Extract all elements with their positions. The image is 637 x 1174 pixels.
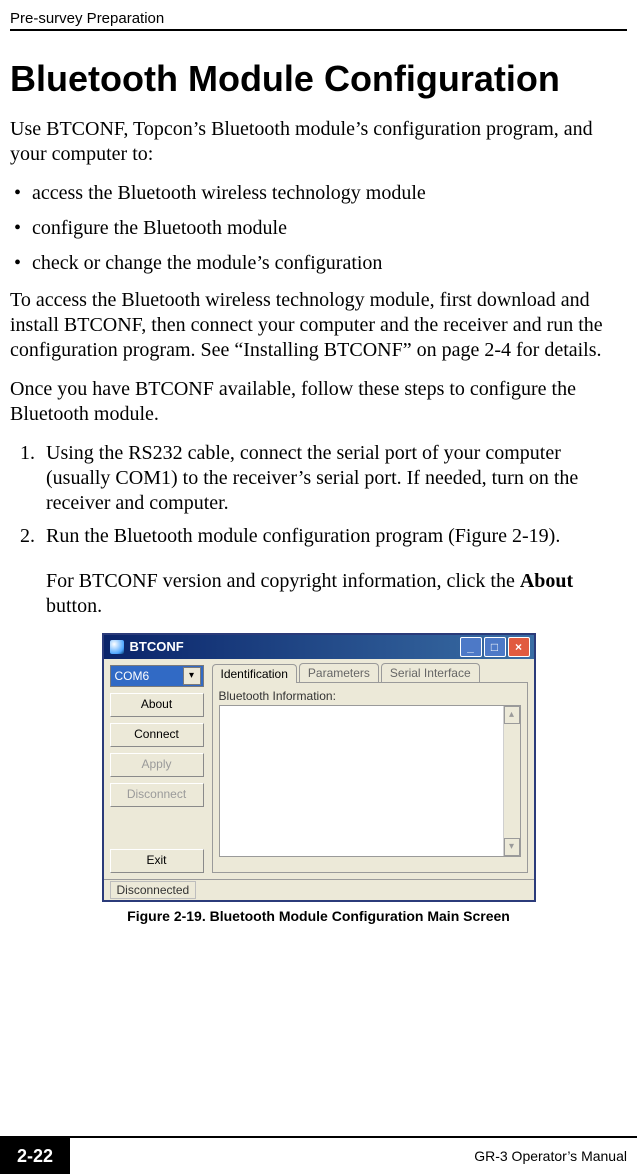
- scrollbar[interactable]: ▴ ▾: [503, 706, 520, 856]
- bluetooth-info-box: ▴ ▾: [219, 705, 521, 857]
- connect-button[interactable]: Connect: [110, 723, 204, 747]
- list-item: Using the RS232 cable, connect the seria…: [40, 441, 627, 516]
- about-button[interactable]: About: [110, 693, 204, 717]
- side-panel: COM6 ▾ About Connect Apply Disconnect Ex…: [104, 659, 210, 879]
- scroll-up-icon[interactable]: ▴: [504, 706, 520, 724]
- list-item: configure the Bluetooth module: [32, 216, 627, 241]
- scroll-down-icon[interactable]: ▾: [504, 838, 520, 856]
- manual-name: GR-3 Operator’s Manual: [474, 1148, 637, 1164]
- intro-paragraph: Use BTCONF, Topcon’s Bluetooth module’s …: [10, 117, 627, 167]
- tab-identification[interactable]: Identification: [212, 664, 297, 683]
- group-label: Bluetooth Information:: [219, 689, 521, 703]
- content-panel: Identification Parameters Serial Interfa…: [210, 659, 534, 879]
- step-note-prefix: For BTCONF version and copyright informa…: [46, 570, 520, 592]
- ordered-steps: Using the RS232 cable, connect the seria…: [10, 441, 627, 549]
- paragraph: Once you have BTCONF available, follow t…: [10, 377, 627, 427]
- figure-caption: Figure 2-19. Bluetooth Module Configurat…: [10, 908, 627, 924]
- step-note-suffix: button.: [46, 595, 102, 617]
- step-note: For BTCONF version and copyright informa…: [46, 569, 627, 619]
- close-button[interactable]: ×: [508, 637, 530, 657]
- about-label-bold: About: [520, 570, 573, 592]
- tab-parameters[interactable]: Parameters: [299, 663, 379, 682]
- list-item: check or change the module’s configurati…: [32, 251, 627, 276]
- page-number: 2-22: [0, 1138, 70, 1174]
- chevron-down-icon[interactable]: ▾: [183, 667, 201, 685]
- bullet-list: access the Bluetooth wireless technology…: [10, 181, 627, 276]
- paragraph: To access the Bluetooth wireless technol…: [10, 288, 627, 363]
- list-item: Run the Bluetooth module configuration p…: [40, 524, 627, 549]
- com-port-select[interactable]: COM6 ▾: [110, 665, 204, 687]
- section-header: Pre-survey Preparation: [10, 10, 627, 31]
- minimize-button[interactable]: _: [460, 637, 482, 657]
- status-text: Disconnected: [110, 881, 197, 899]
- tab-strip: Identification Parameters Serial Interfa…: [212, 663, 528, 682]
- exit-button[interactable]: Exit: [110, 849, 204, 873]
- btconf-window: BTCONF _ □ × COM6 ▾ About Connect Apply …: [102, 633, 536, 902]
- window-title: BTCONF: [130, 639, 184, 654]
- list-item: access the Bluetooth wireless technology…: [32, 181, 627, 206]
- status-bar: Disconnected: [104, 879, 534, 900]
- disconnect-button: Disconnect: [110, 783, 204, 807]
- page-title: Bluetooth Module Configuration: [10, 59, 627, 99]
- apply-button: Apply: [110, 753, 204, 777]
- tab-serial-interface[interactable]: Serial Interface: [381, 663, 480, 682]
- maximize-button[interactable]: □: [484, 637, 506, 657]
- tab-body: Bluetooth Information: ▴ ▾: [212, 682, 528, 873]
- window-titlebar: BTCONF _ □ ×: [104, 635, 534, 659]
- app-icon: [110, 640, 124, 654]
- page-footer: 2-22 GR-3 Operator’s Manual: [0, 1136, 637, 1174]
- com-port-value: COM6: [115, 669, 150, 683]
